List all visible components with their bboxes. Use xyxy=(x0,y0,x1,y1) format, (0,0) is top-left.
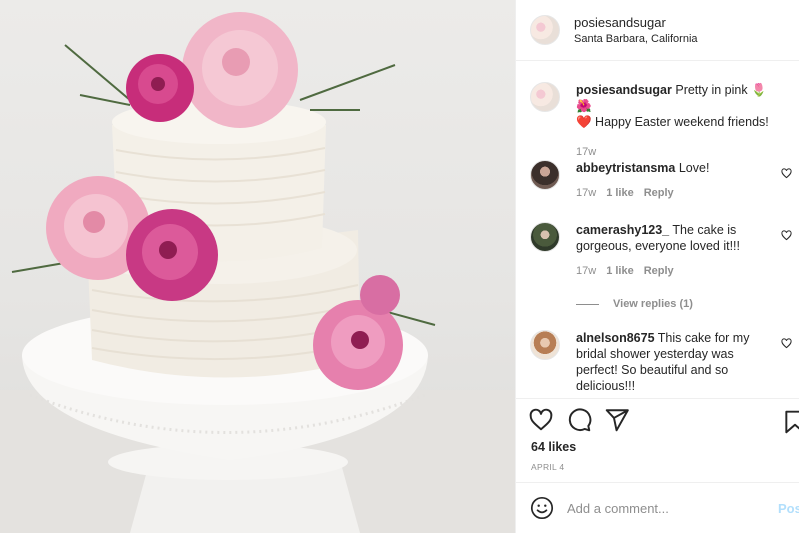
view-replies-button[interactable]: View replies (1) xyxy=(576,298,693,310)
add-comment-bar: Post xyxy=(516,482,799,533)
caption-timestamp[interactable]: 17w xyxy=(576,144,596,160)
share-icon[interactable] xyxy=(604,407,630,433)
likes-count[interactable]: 64 likes xyxy=(531,440,576,454)
comment-username[interactable]: alnelson8675 xyxy=(576,331,655,345)
bookmark-icon[interactable] xyxy=(782,409,799,435)
add-comment-input[interactable] xyxy=(567,500,767,516)
comments-list[interactable]: posiesandsugar Pretty in pink 🌷🌺 ❤️ Happ… xyxy=(516,62,799,398)
avatar[interactable] xyxy=(530,222,560,252)
like-comment-heart-icon[interactable] xyxy=(781,338,792,349)
comment-meta: 17w 1 like Reply xyxy=(576,263,776,279)
avatar[interactable] xyxy=(530,82,560,112)
reply-button[interactable]: Reply xyxy=(644,185,674,201)
author-avatar[interactable] xyxy=(530,15,560,45)
comment-username[interactable]: camerashy123_ xyxy=(576,223,669,237)
comment-item: abbeytristansma Love! 17w 1 like Reply xyxy=(530,160,792,201)
caption-time: 17w xyxy=(576,144,776,160)
caption-body: posiesandsugar Pretty in pink 🌷🌺 ❤️ Happ… xyxy=(576,82,776,160)
caption-username[interactable]: posiesandsugar xyxy=(576,83,672,97)
caption: posiesandsugar Pretty in pink 🌷🌺 ❤️ Happ… xyxy=(530,82,792,160)
cake-photo xyxy=(0,12,515,533)
comment-item: camerashy123_ The cake is gorgeous, ever… xyxy=(530,222,792,279)
comment-body: abbeytristansma Love! 17w 1 like Reply xyxy=(576,160,776,201)
comment-time[interactable]: 17w xyxy=(576,185,596,201)
like-comment-heart-icon[interactable] xyxy=(781,168,792,179)
avatar[interactable] xyxy=(530,160,560,190)
comment-body: alnelson8675 This cake for my bridal sho… xyxy=(576,330,776,394)
avatar[interactable] xyxy=(530,330,560,360)
comment-likes[interactable]: 1 like xyxy=(606,263,634,279)
comment-body: camerashy123_ The cake is gorgeous, ever… xyxy=(576,222,776,279)
post-location[interactable]: Santa Barbara, California xyxy=(574,33,698,45)
action-bar: 64 likes APRIL 4 xyxy=(516,398,799,480)
post-date[interactable]: APRIL 4 xyxy=(531,462,564,472)
emoji-icon[interactable] xyxy=(530,496,554,520)
view-replies-label: View replies (1) xyxy=(613,298,693,310)
post-photo[interactable] xyxy=(0,0,515,533)
comment-time[interactable]: 17w xyxy=(576,263,596,279)
comment-likes[interactable]: 1 like xyxy=(606,185,634,201)
author-username[interactable]: posiesandsugar xyxy=(574,15,698,30)
comment-meta: 17w 1 like Reply xyxy=(576,185,776,201)
post-sidebar: posiesandsugar Santa Barbara, California… xyxy=(515,0,799,533)
post-comment-button[interactable]: Post xyxy=(778,501,799,516)
comment-icon[interactable] xyxy=(566,407,592,433)
comment-username[interactable]: abbeytristansma xyxy=(576,161,675,175)
caption-text-line2: ❤️ Happy Easter weekend friends! xyxy=(576,115,769,129)
reply-button[interactable]: Reply xyxy=(644,263,674,279)
comment-item: alnelson8675 This cake for my bridal sho… xyxy=(530,330,792,394)
author-info: posiesandsugar Santa Barbara, California xyxy=(574,15,698,45)
action-icons xyxy=(528,407,630,433)
view-replies-line xyxy=(576,303,599,305)
comment-text: Love! xyxy=(678,161,710,175)
heart-icon[interactable] xyxy=(528,407,554,433)
like-comment-heart-icon[interactable] xyxy=(781,230,792,241)
post-header: posiesandsugar Santa Barbara, California xyxy=(516,0,799,61)
